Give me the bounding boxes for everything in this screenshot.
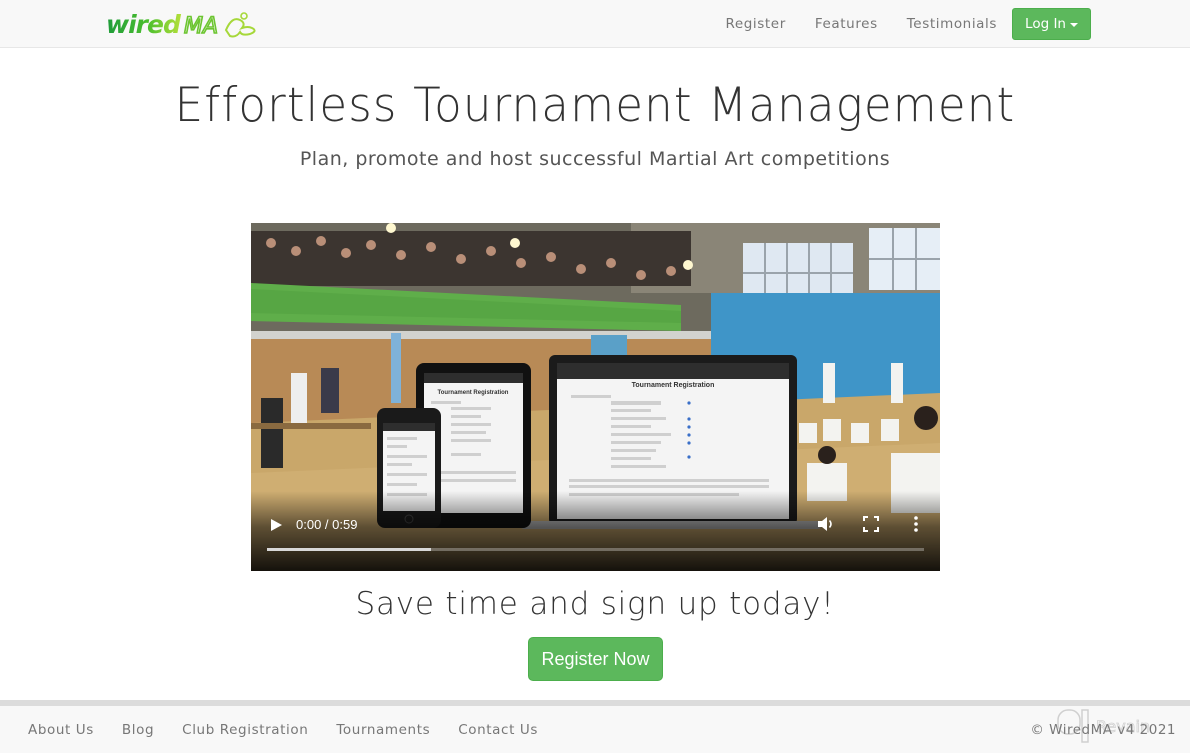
- hero-subtitle: Plan, promote and host successful Martia…: [299, 148, 891, 170]
- caret-down-icon: [1070, 23, 1078, 27]
- svg-text:wired: wired: [106, 10, 182, 39]
- navbar: wired MA Register Features Testimonials …: [0, 0, 1190, 48]
- footer-club-registration-link[interactable]: Club Registration: [182, 722, 308, 738]
- revain-watermark-icon: Revain: [1057, 709, 1151, 743]
- fullscreen-icon[interactable]: [863, 516, 879, 532]
- footer: About Us Blog Club Registration Tourname…: [0, 700, 1190, 753]
- promo-video-player[interactable]: Tournament Registration Tournament Regis…: [251, 223, 940, 571]
- more-options-icon[interactable]: [911, 515, 921, 533]
- footer-about-us-link[interactable]: About Us: [28, 722, 94, 738]
- video-time-display: 0:00 / 0:59: [296, 517, 358, 532]
- video-buffered-bar: [267, 548, 432, 551]
- login-button-label: Log In: [1025, 16, 1066, 32]
- login-dropdown-button[interactable]: Log In: [1012, 8, 1091, 40]
- footer-tournaments-link[interactable]: Tournaments: [336, 722, 430, 738]
- play-icon[interactable]: [269, 518, 283, 532]
- nav-testimonials-link[interactable]: Testimonials: [907, 16, 997, 32]
- nav-register-link[interactable]: Register: [725, 16, 785, 32]
- wiredma-logo[interactable]: wired MA: [104, 6, 274, 42]
- laptop-screen-title: Tournament Registration: [632, 382, 715, 389]
- svg-text:Tournament Registration: Tournament Registration: [438, 390, 509, 396]
- video-progress-bar[interactable]: [267, 548, 924, 551]
- register-now-button[interactable]: Register Now: [528, 637, 663, 681]
- svg-text:Revain: Revain: [1096, 717, 1150, 736]
- hero-title: Effortless Tournament Management: [174, 78, 1016, 133]
- cta-title: Save time and sign up today!: [355, 586, 835, 622]
- nav-features-link[interactable]: Features: [815, 16, 878, 32]
- footer-contact-us-link[interactable]: Contact Us: [458, 722, 538, 738]
- footer-blog-link[interactable]: Blog: [122, 722, 154, 738]
- svg-text:MA: MA: [184, 14, 218, 39]
- volume-icon[interactable]: [817, 516, 835, 532]
